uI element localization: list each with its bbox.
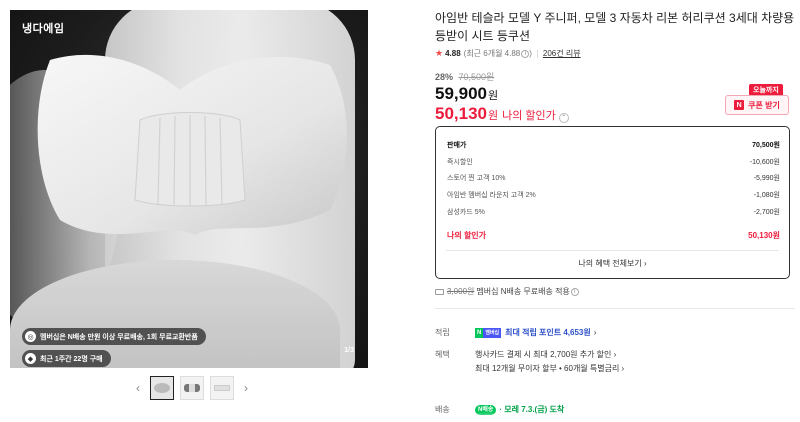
thumbnail-3-image <box>214 385 230 391</box>
thumb-next-arrow[interactable]: › <box>240 381 252 395</box>
breakdown-row: 삼성카드 5% -2,700원 <box>447 207 780 217</box>
my-discount-price: 50,130 원 나의 할인가 ⌃ <box>435 104 569 124</box>
benefit-card-discount-link[interactable]: 행사카드 결제 시 최대 2,700원 추가 할인 › <box>475 349 616 360</box>
thumb-prev-arrow[interactable]: ‹ <box>132 381 144 395</box>
discount-row: 28% 70,500원 <box>435 70 494 83</box>
shipping-fee-original: 3,000원 <box>447 287 475 296</box>
thumbnail-strip: ‹ › <box>132 376 252 400</box>
membership-chip: 멤버십 <box>483 327 502 338</box>
rating-divider <box>536 49 538 58</box>
image-counter: 1/3 <box>344 347 354 354</box>
breakdown-value: -1,080원 <box>753 192 780 199</box>
brand-logo: 냉다에임 <box>22 22 65 35</box>
main-product-image[interactable]: 냉다에임 ◎ 멤버십은 N배송 만원 이상 무료배송, 1회 무료교환반품 ◆ … <box>10 10 368 368</box>
points-chip: N 멤버십 <box>475 327 502 338</box>
rating-recent-close: ) <box>529 49 532 58</box>
membership-icon: ◎ <box>25 331 36 342</box>
sale-price-unit: 원 <box>488 90 499 102</box>
points-row[interactable]: 적립 N 멤버십 최대 적립 포인트 4,653원 › <box>435 327 596 338</box>
lumbar-pillow-illustration <box>37 54 347 235</box>
benefits-row: 혜택 행사카드 결제 시 최대 2,700원 추가 할인 › <box>435 349 616 360</box>
coupon-label: 쿠폰 받기 <box>748 100 780 110</box>
section-divider <box>435 308 795 309</box>
my-price-amount: 50,130 <box>435 104 487 123</box>
breakdown-value: 70,500원 <box>752 142 780 149</box>
thumbnail-1-image <box>154 383 170 393</box>
truck-icon <box>435 288 444 295</box>
breakdown-label: 스토어 찐 고객 10% <box>447 175 506 182</box>
sale-price: 59,900 원 <box>435 84 498 104</box>
breakdown-value: -2,700원 <box>753 209 780 216</box>
points-text: 최대 적립 포인트 4,653원 <box>505 328 591 337</box>
breakdown-value: -10,600원 <box>749 159 780 166</box>
benefits-key: 혜택 <box>435 350 450 359</box>
breakdown-label: 판매가 <box>447 142 467 149</box>
chevron-up-icon[interactable]: ⌃ <box>558 113 569 123</box>
star-icon: ★ <box>435 48 444 58</box>
breakdown-label: 삼성카드 5% <box>447 209 485 216</box>
my-price-unit: 원 <box>488 110 499 122</box>
discount-percent: 28% <box>435 72 454 82</box>
naver-n-chip: N <box>475 327 484 338</box>
breakdown-row: 스토어 찐 고객 10% -5,990원 <box>447 173 780 183</box>
breakdown-total-row: 나의 할인가 50,130원 <box>447 230 780 241</box>
membership-badge-text: 멤버십은 N배송 만원 이상 무료배송, 1회 무료교환반품 <box>40 333 198 341</box>
thumbnail-3[interactable] <box>210 376 234 400</box>
rating-recent: (최근 6개월 4.88 <box>463 49 521 58</box>
membership-badge: ◎ 멤버십은 N배송 만원 이상 무료배송, 1회 무료교환반품 <box>22 328 206 345</box>
breakdown-label: 즉시할인 <box>447 159 473 166</box>
points-key: 적립 <box>435 328 450 337</box>
thumbnail-1[interactable] <box>150 376 174 400</box>
price-breakdown-box: 판매가 70,500원 즉시할인 -10,600원 스토어 찐 고객 10% -… <box>435 126 790 279</box>
sale-price-amount: 59,900 <box>435 84 487 103</box>
benefit-installment-link[interactable]: 최대 12개월 무이자 할부 • 60개월 특별금리 › <box>475 363 624 374</box>
breakdown-value: 50,130원 <box>748 231 780 240</box>
coupon-n-icon: N <box>734 100 745 110</box>
product-gallery: 냉다에임 ◎ 멤버십은 N배송 만원 이상 무료배송, 1회 무료교환반품 ◆ … <box>0 0 400 422</box>
product-title: 아임반 테슬라 모델 Y 주니퍼, 모델 3 자동차 리본 허리쿠션 3세대 차… <box>435 11 795 43</box>
recent-purchase-badge: ◆ 최근 1주간 22명 구매 <box>22 350 111 367</box>
breakdown-row: 즉시할인 -10,600원 <box>447 157 780 167</box>
original-price: 70,500원 <box>458 72 495 82</box>
rating-score: 4.88 <box>445 49 461 58</box>
scroll-fade <box>435 412 795 422</box>
shipping-info-icon[interactable]: i <box>570 287 579 296</box>
my-price-label: 나의 할인가 <box>502 110 556 122</box>
review-count-link[interactable]: 206건 리뷰 <box>543 48 581 59</box>
points-chevron: › <box>593 328 597 337</box>
breakdown-label: 나의 할인가 <box>447 231 487 240</box>
shipping-note: 3,000원 멤버십 N배송 무료배송 적용 i <box>435 286 579 297</box>
info-icon[interactable]: i <box>521 49 530 58</box>
recent-purchase-text: 최근 1주간 22명 구매 <box>40 355 103 363</box>
breakdown-value: -5,990원 <box>753 175 780 182</box>
rating-row: ★ 4.88 (최근 6개월 4.88 i ) 206건 리뷰 <box>435 48 581 59</box>
cart-icon: ◆ <box>25 353 36 364</box>
breakdown-label: 아임반 멤버십 라운지 고객 2% <box>447 192 536 199</box>
view-all-benefits-link[interactable]: 나의 혜택 전체보기 › <box>436 258 789 269</box>
breakdown-divider <box>446 250 779 251</box>
breakdown-row: 아임반 멤버십 라운지 고객 2% -1,080원 <box>447 190 780 200</box>
shipping-note-text: 멤버십 N배송 무료배송 적용 <box>476 287 570 296</box>
thumbnail-2[interactable] <box>180 376 204 400</box>
breakdown-row: 판매가 70,500원 <box>447 140 780 150</box>
thumbnail-2-image <box>184 384 200 392</box>
coupon-button[interactable]: N 쿠폰 받기 <box>725 95 789 115</box>
